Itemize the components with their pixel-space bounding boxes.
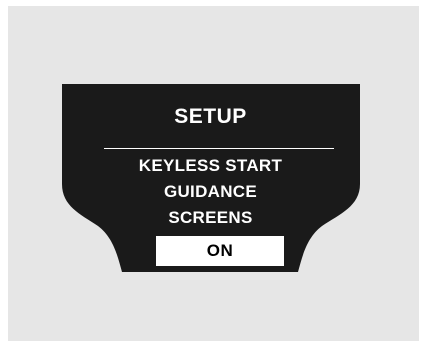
- message-line-3: SCREENS: [168, 208, 253, 227]
- instrument-display: SETUP KEYLESS START GUIDANCE SCREENS ON: [0, 0, 421, 345]
- screen-title: SETUP: [174, 105, 247, 128]
- message-line-1: KEYLESS START: [138, 156, 283, 175]
- on-option-button[interactable]: ON: [156, 236, 284, 266]
- title-divider: [104, 148, 334, 149]
- message-line-2: GUIDANCE: [163, 182, 258, 201]
